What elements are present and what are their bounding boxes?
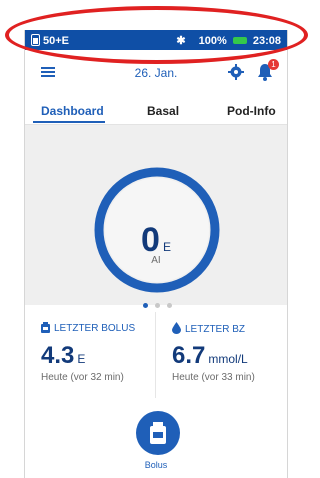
page-dot <box>167 303 172 308</box>
vial-icon <box>41 322 50 333</box>
bluetooth-icon: ✱ <box>176 35 186 47</box>
gauge-unit: E <box>162 240 171 254</box>
phone-screen: 50+E ✱ 100% 23:08 26. Jan. 1 Dashboard B… <box>24 30 288 478</box>
last-bolus-unit: E <box>77 352 86 366</box>
last-bolus-value-row: 4.3 E <box>41 342 85 370</box>
page-indicator[interactable] <box>143 295 179 313</box>
last-bg-unit: mmol/L <box>208 352 248 366</box>
status-left-text: 50+E <box>43 35 69 47</box>
charging-battery-icon <box>232 37 247 44</box>
active-tab-indicator <box>33 121 105 123</box>
last-bg-card[interactable]: LETZTER BZ 6.7 mmol/L Heute (vor 33 min) <box>156 312 286 398</box>
header-date: 26. Jan. <box>134 66 178 80</box>
tab-bar: Dashboard Basal Pod-Info <box>25 96 287 125</box>
blood-drop-icon <box>172 322 181 334</box>
app-header: 26. Jan. 1 <box>25 52 287 92</box>
status-bar-right: ✱ 100% 23:08 <box>176 34 281 47</box>
gauge-value: 0 <box>141 221 160 259</box>
notification-badge: 1 <box>268 59 279 70</box>
last-bolus-value: 4.3 <box>41 342 75 369</box>
last-bg-value: 6.7 <box>172 342 206 369</box>
last-bolus-card[interactable]: LETZTER BOLUS 4.3 E Heute (vor 32 min) <box>25 312 156 398</box>
last-bolus-title: LETZTER BOLUS <box>41 322 135 334</box>
last-bg-title-text: LETZTER BZ <box>185 324 246 335</box>
bolus-button[interactable] <box>136 411 180 455</box>
tab-dashboard[interactable]: Dashboard <box>41 104 104 118</box>
battery-percent: 100% <box>198 35 227 47</box>
last-bg-value-row: 6.7 mmol/L <box>172 342 248 370</box>
status-bar: 50+E ✱ 100% 23:08 <box>25 30 287 50</box>
page-dot <box>143 303 148 308</box>
status-bar-left: 50+E <box>31 34 69 47</box>
battery-icon <box>31 34 40 46</box>
last-bg-title: LETZTER BZ <box>172 322 245 335</box>
dashboard-panel: 0E AI <box>25 125 287 305</box>
last-bg-time: Heute (vor 33 min) <box>172 372 255 383</box>
page-dot <box>155 303 160 308</box>
summary-cards: LETZTER BOLUS 4.3 E Heute (vor 32 min) LE… <box>25 312 287 398</box>
last-bolus-title-text: LETZTER BOLUS <box>54 323 136 334</box>
vial-icon <box>150 422 166 444</box>
gauge-label: AI <box>151 255 161 266</box>
last-bolus-time: Heute (vor 32 min) <box>41 372 124 383</box>
tab-basal[interactable]: Basal <box>147 104 179 118</box>
bolus-button-label[interactable]: Bolus <box>25 460 287 470</box>
status-time: 23:08 <box>252 35 281 47</box>
tab-pod-info[interactable]: Pod-Info <box>227 104 276 118</box>
gear-icon[interactable] <box>228 64 244 80</box>
